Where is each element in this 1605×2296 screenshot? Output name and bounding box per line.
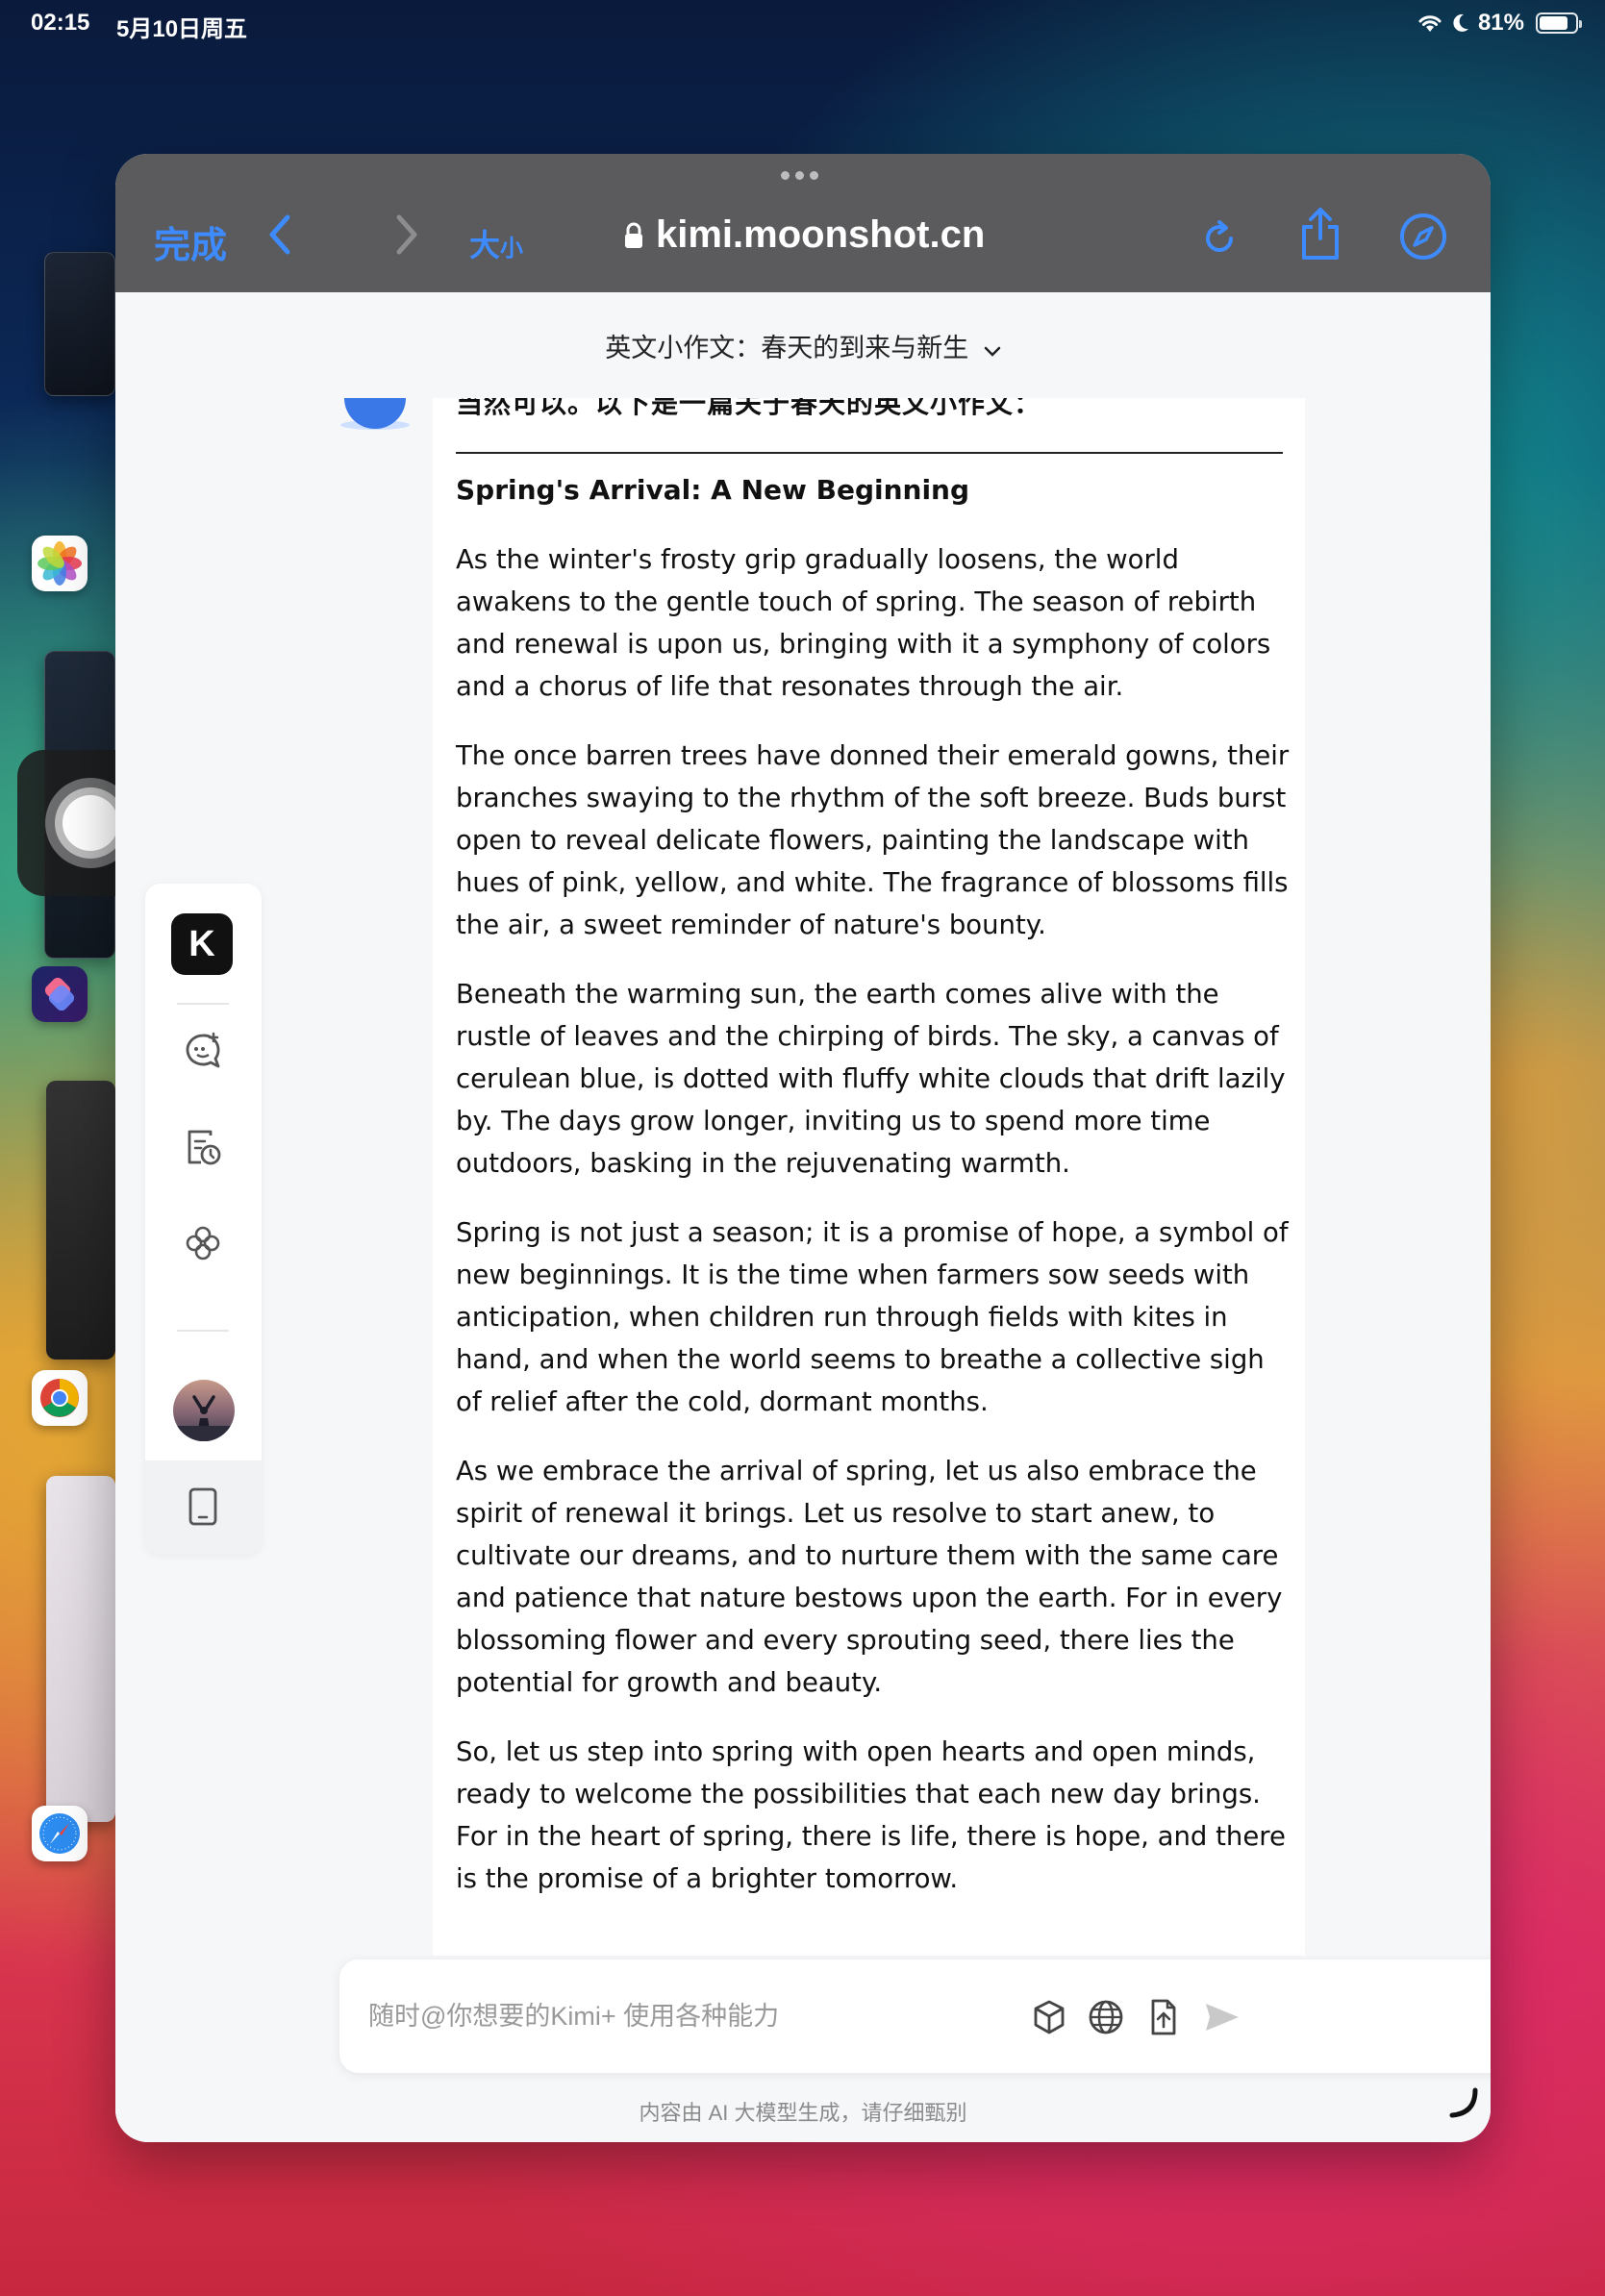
- url-text: kimi.moonshot.cn: [656, 213, 986, 256]
- essay-title: Spring's Arrival: A New Beginning: [456, 474, 970, 506]
- reload-icon[interactable]: [1198, 217, 1241, 264]
- compass-icon[interactable]: [1398, 212, 1448, 266]
- history-icon[interactable]: [180, 1124, 226, 1170]
- chat-title-text: 英文小作文：春天的到来与新生: [605, 334, 969, 362]
- kimi-logo-letter: K: [188, 923, 215, 964]
- battery-percent: 81%: [1477, 10, 1524, 36]
- moon-icon: [1453, 13, 1468, 32]
- battery-icon: [1536, 12, 1582, 34]
- page-content: 英文小作文：春天的到来与新生 当然可以。以下是一篇关于春天的英文小作文： Spr…: [115, 292, 1491, 2142]
- essay-paragraph: So, let us step into spring with open he…: [456, 1736, 1286, 1894]
- chat-input[interactable]: [368, 1988, 993, 2044]
- text-size-small: 小: [500, 236, 524, 262]
- sidebar-divider: [177, 1003, 229, 1005]
- chat-input-bar: [339, 1959, 1491, 2073]
- app-thumbnail-1[interactable]: [44, 252, 115, 396]
- app-thumbnail-3[interactable]: [46, 1081, 115, 1360]
- ai-disclaimer: 内容由 AI 大模型生成，请仔细甄别: [639, 2101, 967, 2125]
- status-time: 02:15: [31, 10, 90, 36]
- essay-paragraph: As the winter's frosty grip gradually lo…: [456, 544, 1271, 702]
- shortcuts-app-icon[interactable]: [32, 966, 88, 1022]
- status-right: 81%: [1417, 10, 1582, 37]
- chat-title[interactable]: 英文小作文：春天的到来与新生: [115, 327, 1491, 364]
- address-bar[interactable]: kimi.moonshot.cn: [623, 213, 985, 257]
- essay-paragraph: Spring is not just a season; it is a pro…: [456, 1217, 1289, 1417]
- upload-file-icon[interactable]: [1139, 1992, 1189, 2042]
- chrome-app-icon[interactable]: [32, 1370, 88, 1426]
- user-avatar[interactable]: [173, 1380, 235, 1441]
- essay: Spring's Arrival: A New Beginning As the…: [456, 469, 1292, 1927]
- essay-paragraph: Beneath the warming sun, the earth comes…: [456, 979, 1286, 1179]
- lock-icon: [625, 222, 642, 248]
- forward-icon[interactable]: [389, 213, 422, 261]
- window-grabber[interactable]: [781, 171, 818, 180]
- done-button[interactable]: 完成: [154, 215, 227, 268]
- resize-handle-icon[interactable]: [1446, 2086, 1481, 2126]
- battery-fill: [1540, 16, 1568, 30]
- text-size-button[interactable]: 大小: [469, 221, 523, 265]
- kimi-plus-icon[interactable]: [180, 1220, 226, 1266]
- photos-app-icon[interactable]: [32, 536, 88, 591]
- wifi-icon: [1418, 15, 1442, 32]
- message-intro-line: 当然可以。以下是一篇关于春天的英文小作文：: [456, 398, 1042, 418]
- browser-window: 完成 大小 kimi.moonshot.cn 英文小作文：春天的到来与新生 当然…: [115, 154, 1491, 2142]
- bot-avatar: [337, 398, 414, 430]
- browser-toolbar: 完成 大小 kimi.moonshot.cn: [115, 154, 1491, 292]
- kimi-sidebar: K: [145, 884, 262, 1554]
- back-icon[interactable]: [264, 213, 297, 261]
- app-thumbnail-4[interactable]: [46, 1476, 115, 1822]
- kimi-logo[interactable]: K: [171, 913, 233, 975]
- text-size-big: 大: [469, 228, 501, 262]
- new-chat-icon[interactable]: [180, 1028, 226, 1074]
- tablet-icon[interactable]: [180, 1484, 226, 1530]
- cube-icon[interactable]: [1024, 1992, 1074, 2042]
- share-icon[interactable]: [1296, 206, 1344, 268]
- chevron-down-icon: [984, 335, 1001, 364]
- status-date: 5月10日周五: [116, 16, 248, 42]
- assistant-message: 当然可以。以下是一篇关于春天的英文小作文： Spring's Arrival: …: [433, 398, 1305, 1956]
- essay-paragraph: The once barren trees have donned their …: [456, 740, 1290, 940]
- globe-icon[interactable]: [1081, 1992, 1131, 2042]
- sidebar-divider: [177, 1330, 229, 1332]
- safari-app-icon[interactable]: [32, 1806, 88, 1861]
- sidebar-footer: [145, 1460, 262, 1554]
- send-icon[interactable]: [1196, 1992, 1246, 2042]
- divider: [456, 452, 1283, 454]
- essay-paragraph: As we embrace the arrival of spring, let…: [456, 1456, 1283, 1698]
- status-bar: 02:15 5月10日周五 81%: [0, 0, 1605, 46]
